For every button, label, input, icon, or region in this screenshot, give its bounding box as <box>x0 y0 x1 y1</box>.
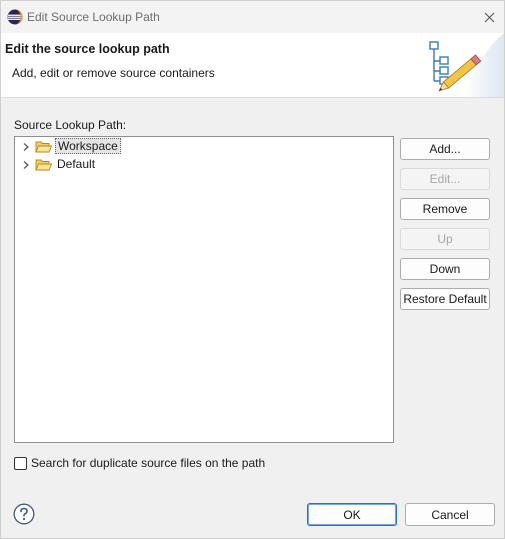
tree-item-default[interactable]: Default <box>15 156 393 174</box>
close-button[interactable] <box>474 1 504 33</box>
ok-button[interactable]: OK <box>307 503 397 526</box>
cancel-button[interactable]: Cancel <box>405 503 495 526</box>
question-mark-icon[interactable] <box>13 503 35 525</box>
dialog-header: Edit the source lookup path Add, edit or… <box>1 33 504 98</box>
source-lookup-tree[interactable]: Workspace Default <box>14 136 394 443</box>
dialog-window: Edit Source Lookup Path Edit the source … <box>0 0 505 539</box>
search-duplicates-label[interactable]: Search for duplicate source files on the… <box>31 456 265 470</box>
folder-open-icon <box>35 159 52 171</box>
down-button[interactable]: Down <box>400 258 490 280</box>
folder-open-icon <box>35 141 52 153</box>
add-button[interactable]: Add... <box>400 138 490 160</box>
edit-button[interactable]: Edit... <box>400 168 490 190</box>
close-icon <box>484 12 494 22</box>
chevron-right-icon[interactable] <box>21 142 31 152</box>
header-subtitle: Add, edit or remove source containers <box>12 66 215 80</box>
header-title: Edit the source lookup path <box>5 42 170 56</box>
search-duplicates-checkbox[interactable] <box>14 456 27 470</box>
title-bar[interactable]: Edit Source Lookup Path <box>1 1 504 33</box>
eclipse-app-icon <box>7 9 23 25</box>
restore-default-button[interactable]: Restore Default <box>400 288 490 310</box>
tree-item-label: Default <box>57 157 96 171</box>
tree-item-label: Workspace <box>55 138 121 154</box>
tree-item-workspace[interactable]: Workspace <box>15 138 393 156</box>
tree-pencil-icon <box>429 33 504 97</box>
chevron-right-icon[interactable] <box>21 160 31 170</box>
remove-button[interactable]: Remove <box>400 198 490 220</box>
search-duplicates-option[interactable]: Search for duplicate source files on the… <box>14 455 265 471</box>
window-title: Edit Source Lookup Path <box>27 10 160 24</box>
source-lookup-label: Source Lookup Path: <box>14 118 127 132</box>
up-button[interactable]: Up <box>400 228 490 250</box>
